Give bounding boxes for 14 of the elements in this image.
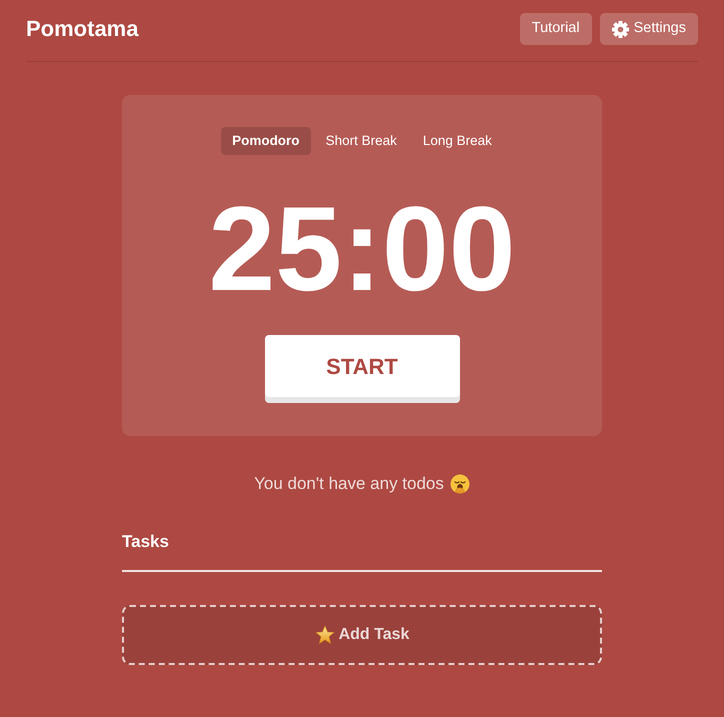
- settings-button[interactable]: Settings: [600, 13, 698, 45]
- tasks-heading: Tasks: [122, 532, 170, 552]
- yawning-face-icon: [450, 474, 470, 494]
- empty-todos-message: You don't have any todos: [254, 473, 444, 495]
- start-button[interactable]: START: [264, 335, 460, 397]
- tutorial-button[interactable]: Tutorial: [520, 13, 592, 45]
- app-title: Pomotama: [26, 15, 138, 43]
- settings-icon: [612, 20, 629, 38]
- star-icon: [314, 624, 335, 644]
- add-task-button[interactable]: Add Task: [122, 604, 602, 664]
- mode-tab[interactable]: Short Break: [314, 127, 408, 155]
- mode-tab[interactable]: Pomodoro: [221, 127, 311, 155]
- timer-display: 25:00: [208, 189, 516, 309]
- mode-tab[interactable]: Long Break: [412, 127, 503, 155]
